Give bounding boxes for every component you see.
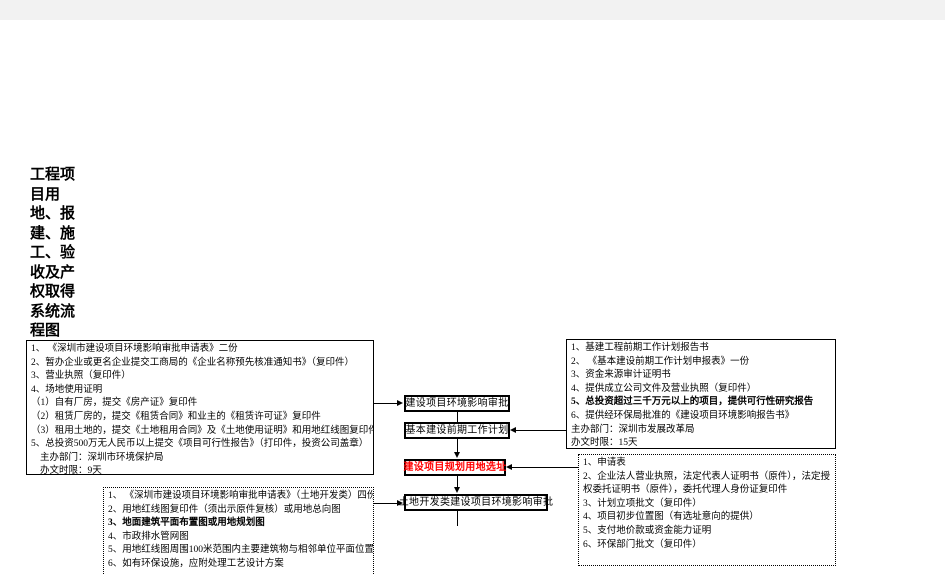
list-item: 2、用地红线图复印件（须出示原件复核）或用地总向图 [108,504,341,515]
list-item: 3、地面建筑平面布置图或用地规划图 [108,518,265,529]
list-item: 1、 《深圳市建设项目环境影响审批申请表》二份 [31,344,238,354]
list-item: （1）自有厂房，提交《房产证》复印件 [31,398,198,409]
list-item: 4、市政排水管网图 [108,531,189,542]
list-item: 2、 《基本建设前期工作计划申报表》一份 [571,356,750,367]
connector-line [374,503,398,504]
list-item: 1、基建工程前期工作计划报告书 [571,343,709,353]
processing-time-limit: 办文时限：9天 [40,466,102,475]
list-item: 4、场地使用证明 [31,384,103,395]
list-item: 2、暂办企业或更名企业提交工商局的《企业名称预先核准通知书》（复印件） [31,357,355,368]
list-item: 5、总投资超过三千万元以上的项目，提供可行性研究报告 [571,397,814,408]
list-item: 4、提供成立公司文件及营业执照（复印件） [571,383,757,394]
list-item: 6、提供经环保局批准的《建设项目环境影响报告书》 [571,410,795,421]
processing-time-limit: 办文时限：15天 [571,438,638,449]
flow-node-environmental-approval[interactable]: 建设项目环境影响审批 [404,395,510,412]
arrow-head-right-icon [397,399,403,406]
list-item: 6、环保部门批文（复印件） [583,539,702,550]
connector-line [457,511,458,526]
list-item: 2、企业法人营业执照，法定代表人证明书（原件），法定授权委托证明书（原件），委托… [583,471,831,496]
requirements-block-site-selection: 1、申请表 2、企业法人营业执照，法定代表人证明书（原件），法定授权委托证明书（… [578,454,836,566]
requirements-block-construction-plan: 1、基建工程前期工作计划报告书 2、 《基本建设前期工作计划申报表》一份 3、资… [566,339,836,449]
list-item: 3、计划立项批文（复印件） [583,498,702,509]
arrow-head-down-icon [453,487,460,493]
arrow-head-down-icon [453,452,460,458]
list-item: （3）租用土地的，提交《土地租用合同》及《土地使用证明》和用地红线图复印件 [31,425,374,436]
connector-line [457,412,458,422]
flow-node-land-development-environmental-approval[interactable]: 土地开发类建设项目环境影响审批 [399,494,553,511]
list-item: 3、资金来源审计证明书 [571,370,671,381]
responsible-department: 主办部门：深圳市发展改革局 [571,424,695,435]
connector-line [516,430,566,431]
list-item: 5、支付地价款或资金能力证明 [583,525,712,536]
page-title: 工程项目用地、报建、施工、验收及产权取得系统流程图 [30,167,76,339]
connector-line [457,439,458,453]
arrow-head-left-icon [510,426,516,433]
list-item: （2）租赁厂房的，提交《租赁合同》和业主的《租赁许可证》复印件 [31,411,321,422]
connector-line [374,403,398,404]
list-item: 1、申请表 [583,458,626,468]
list-item: 5、总投资500万无人民币以上提交《项目可行性报告》（打印件，投资公司盖章） [31,439,369,450]
connector-line [512,467,578,468]
responsible-department: 主办部门：深圳市环境保护局 [40,452,164,463]
list-item: 4、项目初步位置图（有选址意向的提供） [583,512,759,523]
list-item: 5、用地红线图周围100米范围内主要建筑物与相邻单位平面位置图 [108,545,374,556]
list-item: 3、营业执照（复印件） [31,371,131,382]
flow-node-basic-construction-plan[interactable]: 基本建设前期工作计划 [404,422,510,439]
requirements-block-env-approval: 1、 《深圳市建设项目环境影响审批申请表》二份 2、暂办企业或更名企业提交工商局… [26,340,374,475]
arrow-head-left-icon [506,463,512,470]
document-page: 工程项目用地、报建、施工、验收及产权取得系统流程图 1、 《深圳市建设项目环境影… [0,20,945,574]
list-item: 6、如有环保设施，应附处理工艺设计方案 [108,558,284,569]
arrow-head-right-icon [397,499,403,506]
requirements-block-land-development: 1、 《深圳市建设项目环境影响审批申请表》（土地开发类）四份 2、用地红线图复印… [103,487,374,574]
list-item: 1、 《深圳市建设项目环境影响审批申请表》（土地开发类）四份 [108,491,374,501]
flow-node-site-selection[interactable]: 建设项目规划用地选址 [404,459,506,476]
